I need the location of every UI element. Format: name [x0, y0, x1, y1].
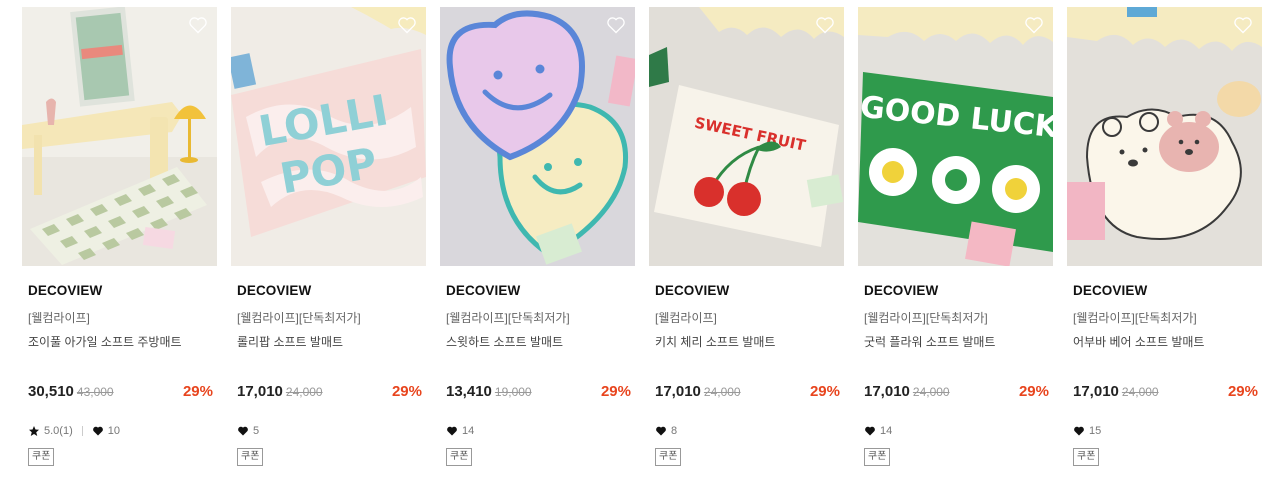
- original-price: 24,000: [912, 385, 950, 399]
- heart-icon: [446, 425, 458, 437]
- product-name[interactable]: 어부바 베어 소프트 발매트: [1073, 333, 1204, 350]
- original-price: 24,000: [703, 385, 741, 399]
- discount-rate: 29%: [391, 383, 422, 400]
- price-row: 17,010 24,000 29%: [655, 383, 840, 403]
- product-name[interactable]: 스윗하트 소프트 발매트: [446, 333, 563, 350]
- coupon-badge: 쿠폰: [28, 448, 55, 466]
- product-tag[interactable]: [웰컴라이프][단독최저가]: [864, 309, 988, 326]
- star-icon: [28, 425, 40, 437]
- likes-count: 14: [462, 425, 475, 437]
- rating-text: 5.0(1): [44, 425, 73, 437]
- review-meta: 5: [237, 423, 259, 439]
- product-image[interactable]: [440, 7, 635, 266]
- heart-icon: [864, 425, 876, 437]
- brand-name[interactable]: DECOVIEW: [655, 283, 729, 298]
- review-meta: 14: [864, 423, 892, 439]
- original-price: 43,000: [76, 385, 114, 399]
- product-card[interactable]: DECOVIEW [웰컴라이프][단독최저가] 스윗하트 소프트 발매트 13,…: [440, 7, 635, 477]
- product-image[interactable]: GOOD LUCK: [858, 7, 1053, 266]
- review-meta: 15: [1073, 423, 1101, 439]
- sale-price: 17,010: [655, 383, 701, 400]
- product-image[interactable]: LOLLI POP: [231, 7, 426, 266]
- likes-count: 5: [253, 425, 260, 437]
- likes-count: 8: [671, 425, 678, 437]
- product-tag[interactable]: [웰컴라이프]: [28, 309, 90, 326]
- heart-icon: [237, 425, 249, 437]
- wishlist-heart-icon[interactable]: [397, 15, 417, 35]
- product-card[interactable]: SWEET FRUIT DECOVIEW [웰컴라이프] 키치 체리 소프트 발…: [649, 7, 844, 477]
- heart-icon: [655, 425, 667, 437]
- discount-rate: 29%: [1227, 383, 1258, 400]
- discount-rate: 29%: [809, 383, 840, 400]
- wishlist-heart-icon[interactable]: [606, 15, 626, 35]
- brand-name[interactable]: DECOVIEW: [864, 283, 938, 298]
- coupon-badge: 쿠폰: [1073, 448, 1100, 466]
- wishlist-heart-icon[interactable]: [1233, 15, 1253, 35]
- coupon-badge: 쿠폰: [237, 448, 264, 466]
- sweetheart-mat-image: [440, 7, 635, 266]
- product-name[interactable]: 키치 체리 소프트 발매트: [655, 333, 775, 350]
- product-name[interactable]: 롤리팝 소프트 발매트: [237, 333, 343, 350]
- price-row: 17,010 24,000 29%: [237, 383, 422, 403]
- product-card[interactable]: LOLLI POP DECOVIEW [웰컴라이프][단독최저가] 롤리팝 소프…: [231, 7, 426, 477]
- discount-rate: 29%: [600, 383, 631, 400]
- wishlist-heart-icon[interactable]: [815, 15, 835, 35]
- product-tag[interactable]: [웰컴라이프][단독최저가]: [237, 309, 361, 326]
- sale-price: 13,410: [446, 383, 492, 400]
- review-meta: 5.0(1) 10: [28, 423, 120, 439]
- sale-price: 17,010: [864, 383, 910, 400]
- likes-count: 14: [880, 425, 893, 437]
- brand-name[interactable]: DECOVIEW: [446, 283, 520, 298]
- discount-rate: 29%: [182, 383, 213, 400]
- sale-price: 17,010: [1073, 383, 1119, 400]
- wishlist-heart-icon[interactable]: [188, 15, 208, 35]
- brand-name[interactable]: DECOVIEW: [237, 283, 311, 298]
- product-card[interactable]: DECOVIEW [웰컴라이프] 조이풀 아가일 소프트 주방매트 30,510…: [22, 7, 217, 477]
- coupon-badge: 쿠폰: [446, 448, 473, 466]
- likes-count: 15: [1089, 425, 1102, 437]
- divider: [81, 426, 83, 436]
- heart-icon: [92, 425, 104, 437]
- product-image[interactable]: SWEET FRUIT: [649, 7, 844, 266]
- original-price: 24,000: [1121, 385, 1159, 399]
- product-tag[interactable]: [웰컴라이프][단독최저가]: [446, 309, 570, 326]
- brand-name[interactable]: DECOVIEW: [28, 283, 102, 298]
- product-grid: DECOVIEW [웰컴라이프] 조이풀 아가일 소프트 주방매트 30,510…: [0, 0, 1285, 485]
- brand-name[interactable]: DECOVIEW: [1073, 283, 1147, 298]
- price-row: 17,010 24,000 29%: [864, 383, 1049, 403]
- original-price: 24,000: [285, 385, 323, 399]
- sale-price: 17,010: [237, 383, 283, 400]
- discount-rate: 29%: [1018, 383, 1049, 400]
- product-tag[interactable]: [웰컴라이프]: [655, 309, 717, 326]
- product-name[interactable]: 조이풀 아가일 소프트 주방매트: [28, 333, 182, 350]
- product-card[interactable]: GOOD LUCK DECOVIEW [웰컴라이프][단독최저가] 굿럭 플라워…: [858, 7, 1053, 477]
- price-row: 13,410 19,000 29%: [446, 383, 631, 403]
- lollipop-mat-image: LOLLI POP: [231, 7, 426, 266]
- product-name[interactable]: 굿럭 플라워 소프트 발매트: [864, 333, 995, 350]
- heart-icon: [1073, 425, 1085, 437]
- product-card[interactable]: DECOVIEW [웰컴라이프][단독최저가] 어부바 베어 소프트 발매트 1…: [1067, 7, 1262, 477]
- good-luck-mat-image: GOOD LUCK: [858, 7, 1053, 266]
- review-meta: 14: [446, 423, 474, 439]
- review-meta: 8: [655, 423, 677, 439]
- price-row: 17,010 24,000 29%: [1073, 383, 1258, 403]
- price-row: 30,510 43,000 29%: [28, 383, 213, 403]
- bear-mat-image: [1067, 7, 1262, 266]
- product-tag[interactable]: [웰컴라이프][단독최저가]: [1073, 309, 1197, 326]
- product-image[interactable]: [1067, 7, 1262, 266]
- sale-price: 30,510: [28, 383, 74, 400]
- coupon-badge: 쿠폰: [864, 448, 891, 466]
- kitchen-checker-mat-image: [22, 7, 217, 266]
- original-price: 19,000: [494, 385, 532, 399]
- likes-count: 10: [107, 425, 120, 437]
- product-image[interactable]: [22, 7, 217, 266]
- cherry-mat-image: SWEET FRUIT: [649, 7, 844, 266]
- wishlist-heart-icon[interactable]: [1024, 15, 1044, 35]
- coupon-badge: 쿠폰: [655, 448, 682, 466]
